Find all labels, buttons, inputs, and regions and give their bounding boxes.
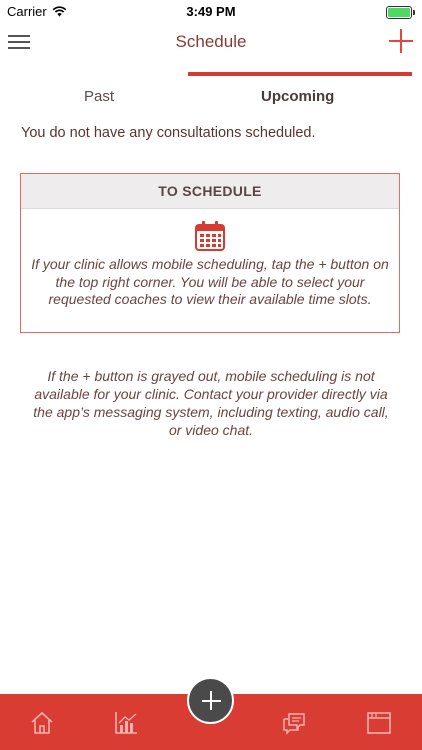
add-schedule-button[interactable] [389, 29, 413, 53]
status-bar: Carrier 3:49 PM [0, 0, 422, 24]
battery-level [388, 8, 410, 17]
card-title: TO SCHEDULE [21, 174, 399, 209]
tab-upcoming[interactable]: Upcoming [261, 88, 334, 105]
active-tab-indicator [188, 72, 412, 76]
page-title: Schedule [175, 32, 247, 51]
calendar-icon [195, 221, 225, 251]
chart-icon[interactable] [113, 710, 139, 736]
battery-nub [413, 10, 415, 15]
browser-window-icon[interactable] [366, 710, 392, 736]
add-floating-button[interactable] [187, 677, 234, 724]
battery-icon [386, 6, 415, 19]
status-time: 3:49 PM [186, 4, 236, 19]
empty-state-message: You do not have any consultations schedu… [21, 125, 316, 141]
navigation-bar: Schedule [0, 24, 422, 64]
scheduling-note: If the + button is grayed out, mobile sc… [33, 368, 389, 438]
home-icon[interactable] [29, 710, 55, 736]
chat-icon[interactable] [281, 710, 307, 736]
card-description: If your clinic allows mobile scheduling,… [31, 256, 389, 307]
schedule-info-card: TO SCHEDULE If your clinic allows mobile… [20, 173, 400, 333]
tab-past[interactable]: Past [84, 88, 114, 105]
segment-tabs: Past Upcoming [0, 72, 422, 112]
